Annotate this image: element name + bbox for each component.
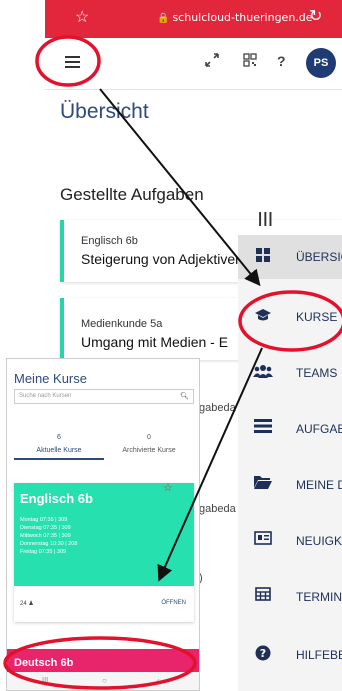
courses-screenshot: Meine Kurse Suche nach Kursen 🔍︎ 6 Aktue… bbox=[6, 358, 200, 691]
sidebar-item-tasks[interactable]: AUFGABEN bbox=[238, 407, 342, 451]
folder-icon bbox=[253, 475, 273, 495]
fullscreen-icon[interactable] bbox=[205, 53, 219, 70]
phone-navigation-bar: ||| ○ ‹ bbox=[7, 672, 199, 690]
search-icon[interactable]: 🔍︎ bbox=[180, 392, 189, 400]
course-card-body: Englisch 6b Montag 07:35 | 309 Dienstag … bbox=[14, 483, 194, 586]
sidebar-item-label: NEUIGKEITEN bbox=[296, 534, 342, 548]
sidebar-item-overview[interactable]: ÜBERSICHT bbox=[238, 235, 342, 279]
sidebar-item-label: MEINE DATEIEN bbox=[296, 478, 342, 492]
tasks-icon bbox=[253, 419, 273, 439]
sidebar-item-teams[interactable]: TEAMS bbox=[238, 351, 342, 395]
sidebar-item-files[interactable]: MEINE DATEIEN bbox=[238, 463, 342, 507]
app-header: ? PS bbox=[45, 38, 342, 90]
home-icon[interactable]: ○ bbox=[102, 676, 107, 685]
lock-icon: 🔒 bbox=[157, 13, 170, 24]
reload-icon[interactable]: ↻ bbox=[309, 6, 322, 26]
schedule-line: Dienstag 07:35 | 309 bbox=[20, 525, 71, 531]
member-count: 24 ♟ bbox=[20, 601, 34, 607]
svg-text:?: ? bbox=[260, 647, 266, 660]
sidebar-item-calendar[interactable]: TERMINE bbox=[238, 575, 342, 619]
tab-count: 6 bbox=[57, 434, 61, 441]
tab-current-courses[interactable]: 6 Aktuelle Kurse bbox=[14, 434, 104, 460]
sidebar-item-label: KURSE bbox=[296, 310, 338, 324]
page-title: Übersicht bbox=[60, 100, 149, 123]
tab-archived-courses[interactable]: 0 Archivierte Kurse bbox=[104, 434, 194, 454]
favorite-star-icon[interactable]: ☆ bbox=[163, 481, 173, 494]
url-display[interactable]: 🔒 schulcloud-thueringen.de bbox=[157, 11, 313, 24]
sidebar-item-label: AUFGABEN bbox=[296, 422, 342, 436]
dashboard-icon bbox=[253, 247, 273, 267]
news-icon bbox=[253, 531, 273, 551]
help-icon: ? bbox=[253, 645, 273, 665]
menu-hamburger-icon[interactable] bbox=[65, 56, 80, 68]
recent-apps-icon[interactable]: ||| bbox=[42, 676, 48, 685]
back-icon[interactable]: ‹ bbox=[157, 676, 160, 685]
course-card[interactable]: Englisch 6b Montag 07:35 | 309 Dienstag … bbox=[14, 483, 194, 622]
sidebar-item-label: TEAMS bbox=[296, 366, 338, 380]
schedule-line: Mittwoch 07:35 | 309 bbox=[20, 533, 71, 539]
users-icon bbox=[253, 363, 273, 383]
course-schedule: Montag 07:35 | 309 Dienstag 07:35 | 309 … bbox=[20, 516, 188, 556]
sidebar-item-courses[interactable]: KURSE bbox=[238, 295, 342, 339]
tab-label: Archivierte Kurse bbox=[122, 447, 176, 454]
schedule-line: Montag 07:35 | 309 bbox=[20, 517, 68, 523]
sidebar-item-label: HILFEBEREICH bbox=[296, 648, 342, 662]
schedule-line: Donnerstag 10:30 | 208 bbox=[20, 541, 78, 547]
sidebar-item-help[interactable]: ? HILFEBEREICH bbox=[238, 633, 342, 677]
section-title: Gestellte Aufgaben bbox=[60, 185, 204, 204]
course-tabs: 6 Aktuelle Kurse 0 Archivierte Kurse bbox=[14, 434, 194, 466]
task-fragment: gabeda bbox=[199, 402, 236, 414]
task-fragment: gabeda bbox=[199, 503, 236, 515]
graduation-cap-icon bbox=[253, 307, 273, 327]
search-placeholder: Suche nach Kursen bbox=[19, 393, 72, 399]
schedule-line: Freitag 07:35 | 309 bbox=[20, 549, 67, 555]
user-avatar[interactable]: PS bbox=[306, 48, 336, 78]
sidebar-item-news[interactable]: NEUIGKEITEN bbox=[238, 519, 342, 563]
bookmark-star-icon[interactable]: ☆ bbox=[75, 7, 89, 27]
qr-code-icon[interactable] bbox=[243, 53, 257, 70]
url-text: schulcloud-thueringen.de bbox=[172, 11, 313, 24]
course-search-input[interactable]: Suche nach Kursen 🔍︎ bbox=[14, 389, 194, 404]
tab-label: Aktuelle Kurse bbox=[36, 447, 82, 454]
courses-title: Meine Kurse bbox=[14, 371, 87, 386]
sidebar: ÜBERSICHT KURSE TEAMS AUFGABEN MEINE DAT… bbox=[238, 235, 342, 691]
help-button[interactable]: ? bbox=[277, 53, 286, 69]
sidebar-item-label: TERMINE bbox=[296, 590, 342, 604]
course-card-footer: 24 ♟ ÖFFNEN bbox=[14, 586, 194, 622]
calendar-icon bbox=[253, 587, 273, 607]
person-icon: ♟ bbox=[28, 601, 34, 607]
sidebar-collapse-icon[interactable]: ||| bbox=[258, 210, 274, 227]
open-course-button[interactable]: ÖFFNEN bbox=[161, 600, 186, 606]
tab-count: 0 bbox=[147, 434, 151, 441]
sidebar-item-label: ÜBERSICHT bbox=[296, 250, 342, 264]
browser-address-bar: ☆ 🔒 schulcloud-thueringen.de ↻ bbox=[45, 0, 342, 38]
